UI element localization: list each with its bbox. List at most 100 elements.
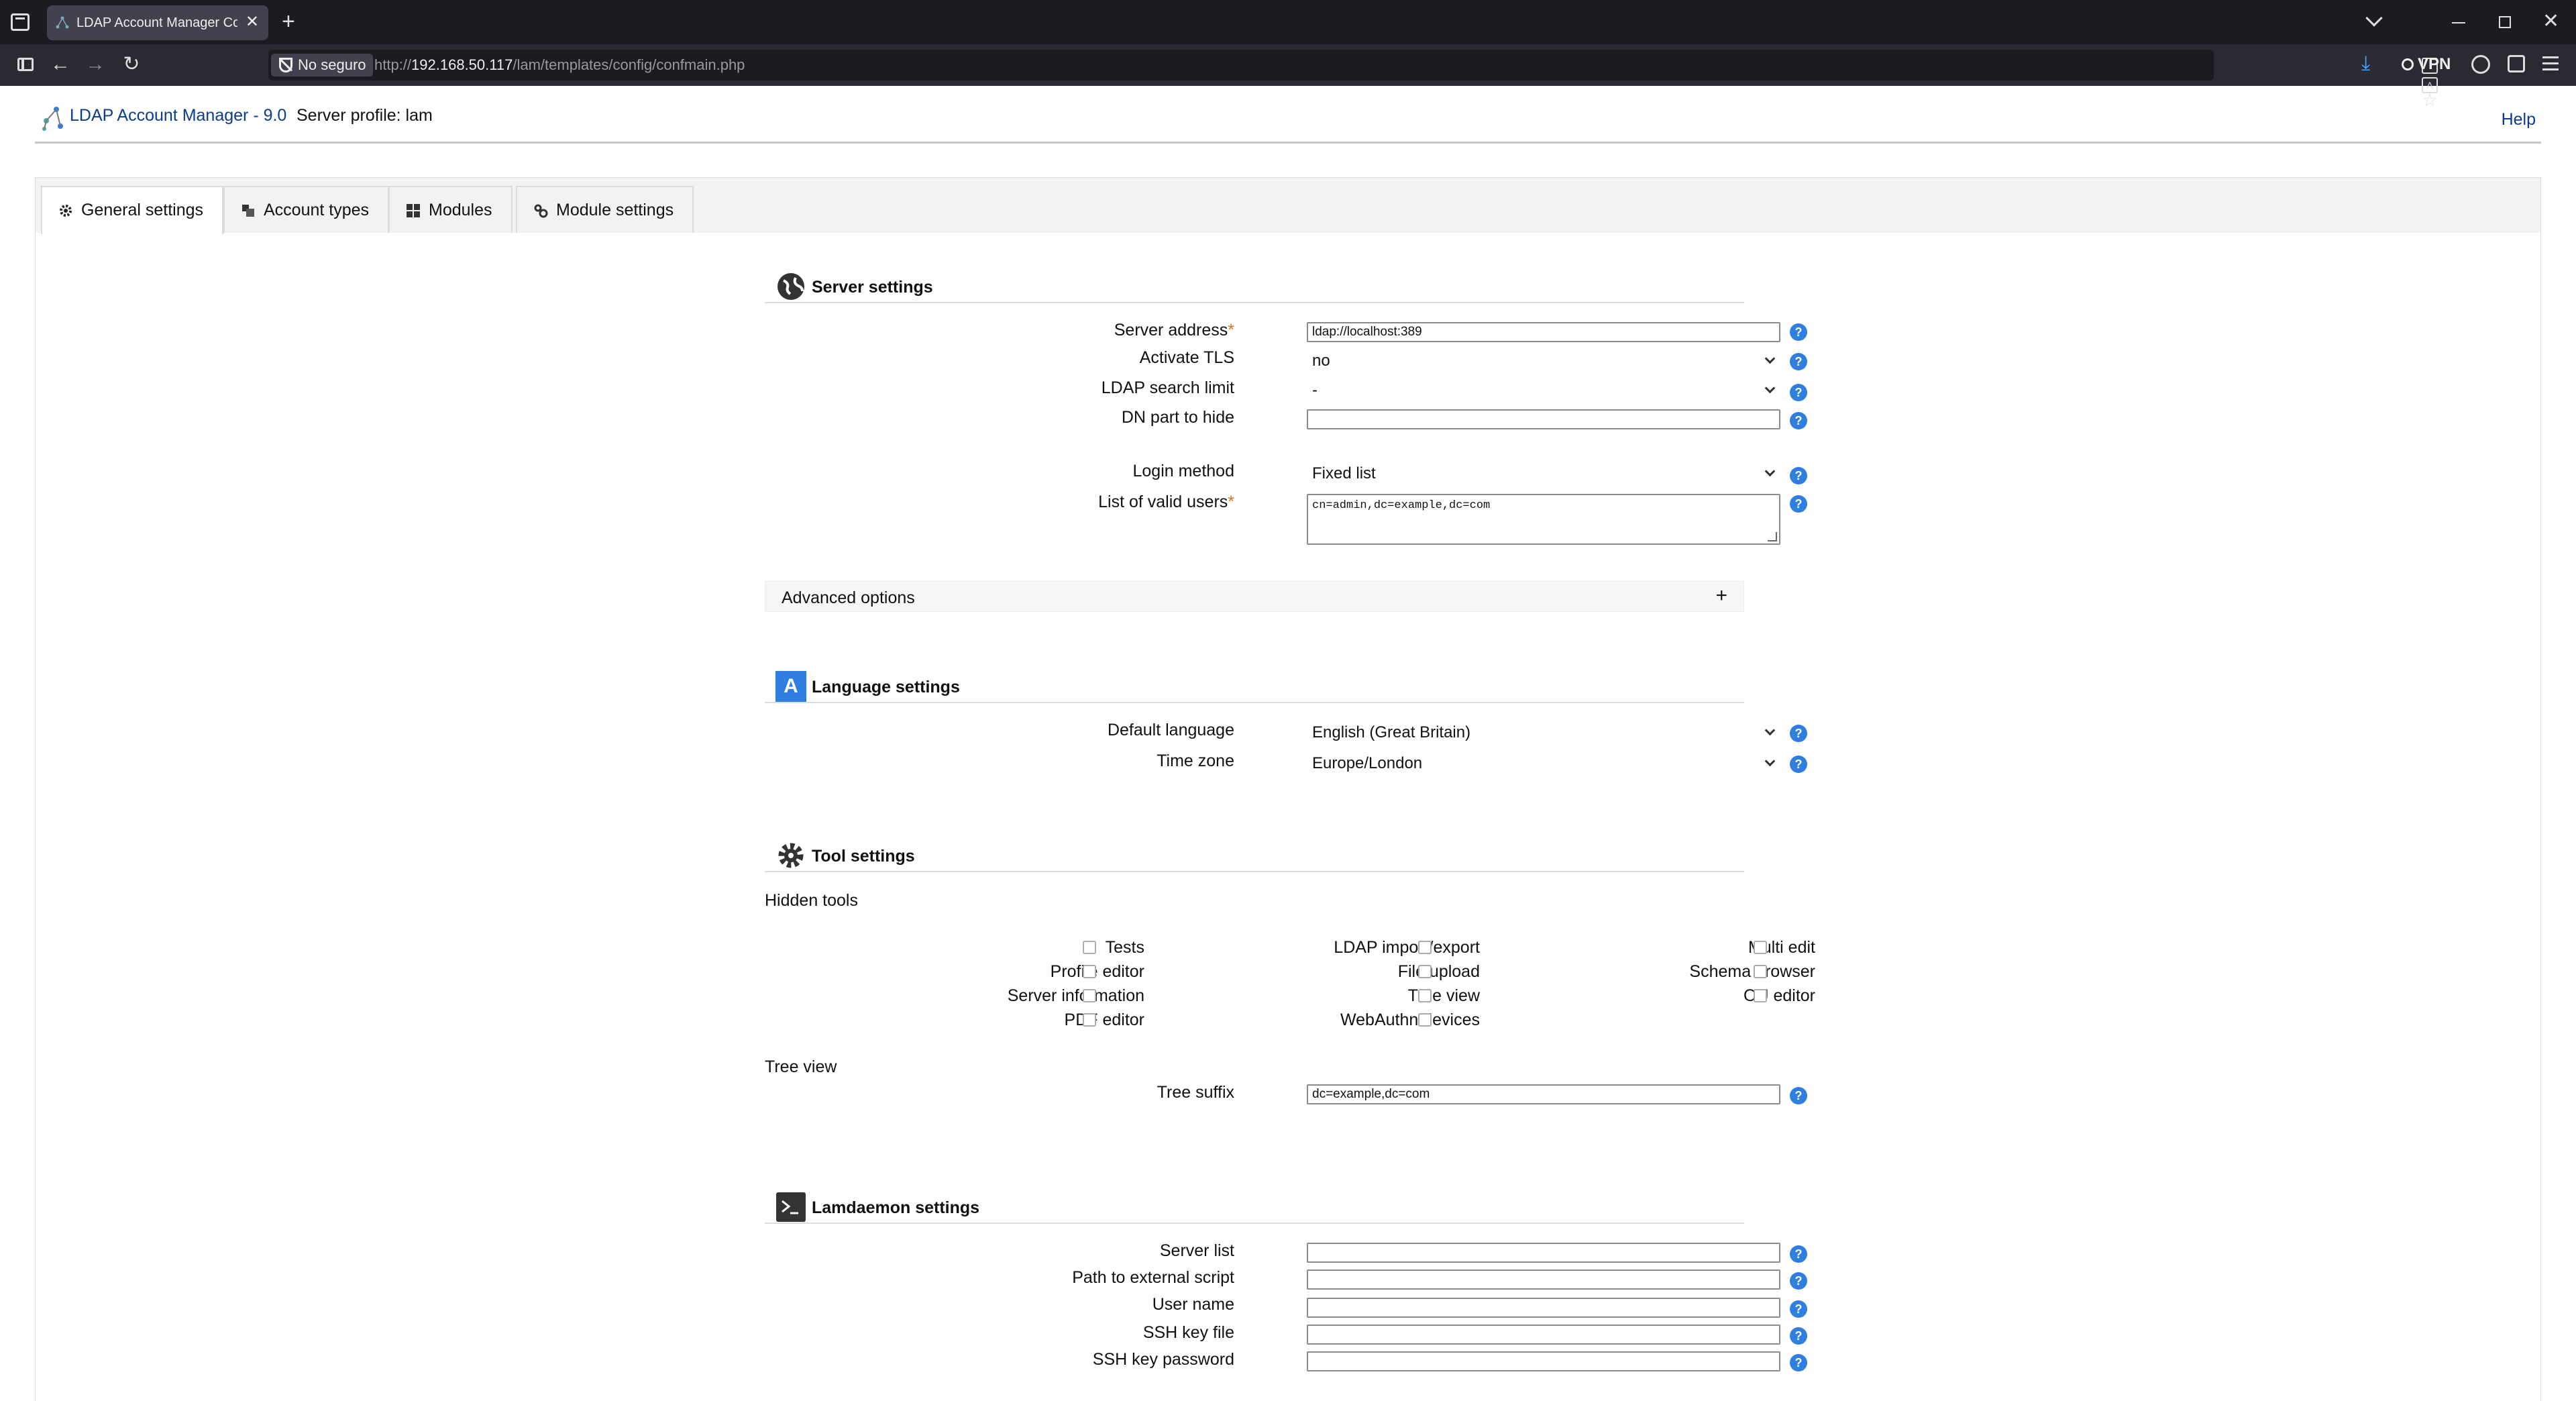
language-icon: A bbox=[775, 671, 806, 702]
config-tabs: General settings Account types Modules M… bbox=[36, 178, 2540, 234]
resize-grip-icon[interactable] bbox=[1768, 532, 1777, 541]
gear-icon bbox=[778, 843, 804, 868]
menu-icon[interactable] bbox=[2542, 56, 2559, 74]
ssh-key-file-label: SSH key file bbox=[1142, 1323, 1234, 1342]
tool-label: Multi edit bbox=[1748, 938, 1815, 957]
gear-icon bbox=[60, 205, 72, 217]
help-icon[interactable]: ? bbox=[1790, 725, 1807, 742]
security-badge[interactable]: No seguro bbox=[271, 54, 373, 76]
help-icon[interactable]: ? bbox=[1790, 1272, 1807, 1290]
terminal-icon bbox=[776, 1192, 806, 1222]
tree-view-label: Tree view bbox=[765, 1057, 837, 1076]
help-icon[interactable]: ? bbox=[1790, 384, 1807, 401]
script-path-input[interactable] bbox=[1307, 1269, 1780, 1290]
default-language-select[interactable]: English (Great Britain) bbox=[1307, 721, 1780, 743]
hide-file-upload-checkbox[interactable] bbox=[1418, 965, 1432, 978]
help-icon[interactable]: ? bbox=[1790, 323, 1807, 341]
minimize-window-icon[interactable] bbox=[2452, 22, 2465, 23]
lam-favicon-icon bbox=[56, 16, 69, 29]
vpn-status-icon bbox=[2402, 58, 2414, 70]
help-icon[interactable]: ? bbox=[1790, 495, 1807, 513]
tree-suffix-input[interactable]: dc=example,dc=com bbox=[1307, 1084, 1780, 1104]
list-all-tabs-icon[interactable] bbox=[2365, 9, 2383, 27]
section-title: Server settings bbox=[812, 278, 933, 297]
modules-grid-icon bbox=[407, 204, 420, 217]
app-title-link[interactable]: LDAP Account Manager - 9.0 bbox=[70, 106, 286, 125]
extensions-icon[interactable] bbox=[2508, 55, 2525, 72]
server-settings-header: Server settings bbox=[765, 267, 1744, 303]
help-icon[interactable]: ? bbox=[1790, 1354, 1807, 1371]
forward-arrow-icon[interactable]: → bbox=[82, 51, 109, 78]
help-icon[interactable]: ? bbox=[1790, 412, 1807, 429]
close-tab-icon[interactable]: ✕ bbox=[246, 13, 259, 31]
login-method-select[interactable]: Fixed list bbox=[1307, 462, 1780, 484]
tool-label: Tests bbox=[1105, 938, 1144, 957]
help-icon[interactable]: ? bbox=[1790, 1087, 1807, 1104]
activate-tls-select[interactable]: no bbox=[1307, 349, 1780, 372]
browser-tab[interactable]: LDAP Account Manager Configuration ✕ bbox=[47, 5, 268, 40]
help-icon[interactable]: ? bbox=[1790, 1327, 1807, 1345]
hide-schema-browser-checkbox[interactable] bbox=[1754, 965, 1767, 978]
lam-logo-icon bbox=[42, 107, 63, 131]
hide-multi-edit-checkbox[interactable] bbox=[1754, 941, 1767, 954]
download-icon[interactable]: ⤓ bbox=[2361, 52, 2380, 75]
chevron-down-icon bbox=[1764, 353, 1776, 364]
advanced-options-label: Advanced options bbox=[782, 588, 915, 607]
sidebar-toggle-icon[interactable] bbox=[12, 51, 39, 78]
help-icon[interactable]: ? bbox=[1790, 467, 1807, 484]
url-bar[interactable]: No seguro http://192.168.50.117/lam/temp… bbox=[268, 50, 2438, 109]
script-path-label: Path to external script bbox=[1072, 1268, 1234, 1287]
ssh-key-password-input[interactable] bbox=[1307, 1351, 1780, 1371]
server-address-input[interactable]: ldap://localhost:389 bbox=[1307, 322, 1780, 342]
restore-window-icon[interactable] bbox=[2499, 16, 2511, 28]
tool-label: File upload bbox=[1397, 962, 1480, 981]
help-icon[interactable]: ? bbox=[1790, 756, 1807, 773]
hide-ou-editor-checkbox[interactable] bbox=[1754, 989, 1767, 1002]
tab-overview-icon[interactable] bbox=[11, 13, 30, 31]
time-zone-label: Time zone bbox=[1157, 751, 1234, 770]
globe-icon bbox=[777, 273, 804, 300]
language-settings-header: A Language settings bbox=[765, 667, 1744, 703]
server-address-label: Server address* bbox=[1114, 321, 1234, 340]
hide-profile-editor-checkbox[interactable] bbox=[1083, 965, 1096, 978]
section-title: Language settings bbox=[812, 678, 960, 696]
ssh-key-password-label: SSH key password bbox=[1092, 1350, 1234, 1369]
hide-tree-view-checkbox[interactable] bbox=[1418, 989, 1432, 1002]
hide-server-information-checkbox[interactable] bbox=[1083, 989, 1096, 1002]
hide-pdf-editor-checkbox[interactable] bbox=[1083, 1013, 1096, 1027]
tab-module-settings[interactable]: Module settings bbox=[516, 186, 694, 233]
user-name-input[interactable] bbox=[1307, 1298, 1780, 1318]
server-list-input[interactable] bbox=[1307, 1243, 1780, 1263]
dn-part-to-hide-input[interactable] bbox=[1307, 409, 1780, 429]
default-language-label: Default language bbox=[1107, 721, 1234, 739]
tab-account-types[interactable]: Account types bbox=[223, 186, 390, 233]
url-text[interactable]: http://192.168.50.117/lam/templates/conf… bbox=[374, 56, 745, 74]
hide-ldap-import-export-checkbox[interactable] bbox=[1418, 941, 1432, 954]
tab-general-settings[interactable]: General settings bbox=[41, 186, 224, 234]
tool-label: Server information bbox=[1007, 986, 1144, 1005]
new-tab-button[interactable]: + bbox=[282, 8, 295, 35]
back-arrow-icon[interactable]: ← bbox=[47, 51, 74, 78]
reload-icon[interactable]: ↻ bbox=[118, 51, 145, 78]
help-link[interactable]: Help bbox=[2502, 110, 2536, 129]
account-icon[interactable] bbox=[2471, 55, 2490, 74]
chevron-down-icon bbox=[1764, 725, 1776, 736]
hide-tests-checkbox[interactable] bbox=[1083, 941, 1096, 954]
help-icon[interactable]: ? bbox=[1790, 353, 1807, 370]
lamdaemon-settings-header: Lamdaemon settings bbox=[765, 1188, 1744, 1224]
section-title: Tool settings bbox=[812, 847, 915, 866]
help-icon[interactable]: ? bbox=[1790, 1300, 1807, 1318]
vpn-button[interactable]: VPN bbox=[2402, 55, 2451, 74]
chevron-down-icon bbox=[1764, 466, 1776, 477]
expand-plus-icon: + bbox=[1715, 584, 1727, 607]
hide-webauthn-devices-checkbox[interactable] bbox=[1418, 1013, 1432, 1027]
close-window-icon[interactable]: ✕ bbox=[2542, 9, 2559, 34]
time-zone-select[interactable]: Europe/London bbox=[1307, 751, 1780, 774]
ldap-search-limit-select[interactable]: - bbox=[1307, 378, 1780, 401]
valid-users-textarea[interactable]: cn=admin,dc=example,dc=com bbox=[1307, 494, 1780, 545]
browser-nav-bar: ← → ↻ No seguro http://192.168.50.117/la… bbox=[0, 44, 2576, 109]
tab-modules[interactable]: Modules bbox=[388, 186, 513, 233]
ssh-key-file-input[interactable] bbox=[1307, 1325, 1780, 1345]
advanced-options-toggle[interactable]: Advanced options + bbox=[765, 581, 1744, 612]
help-icon[interactable]: ? bbox=[1790, 1245, 1807, 1263]
